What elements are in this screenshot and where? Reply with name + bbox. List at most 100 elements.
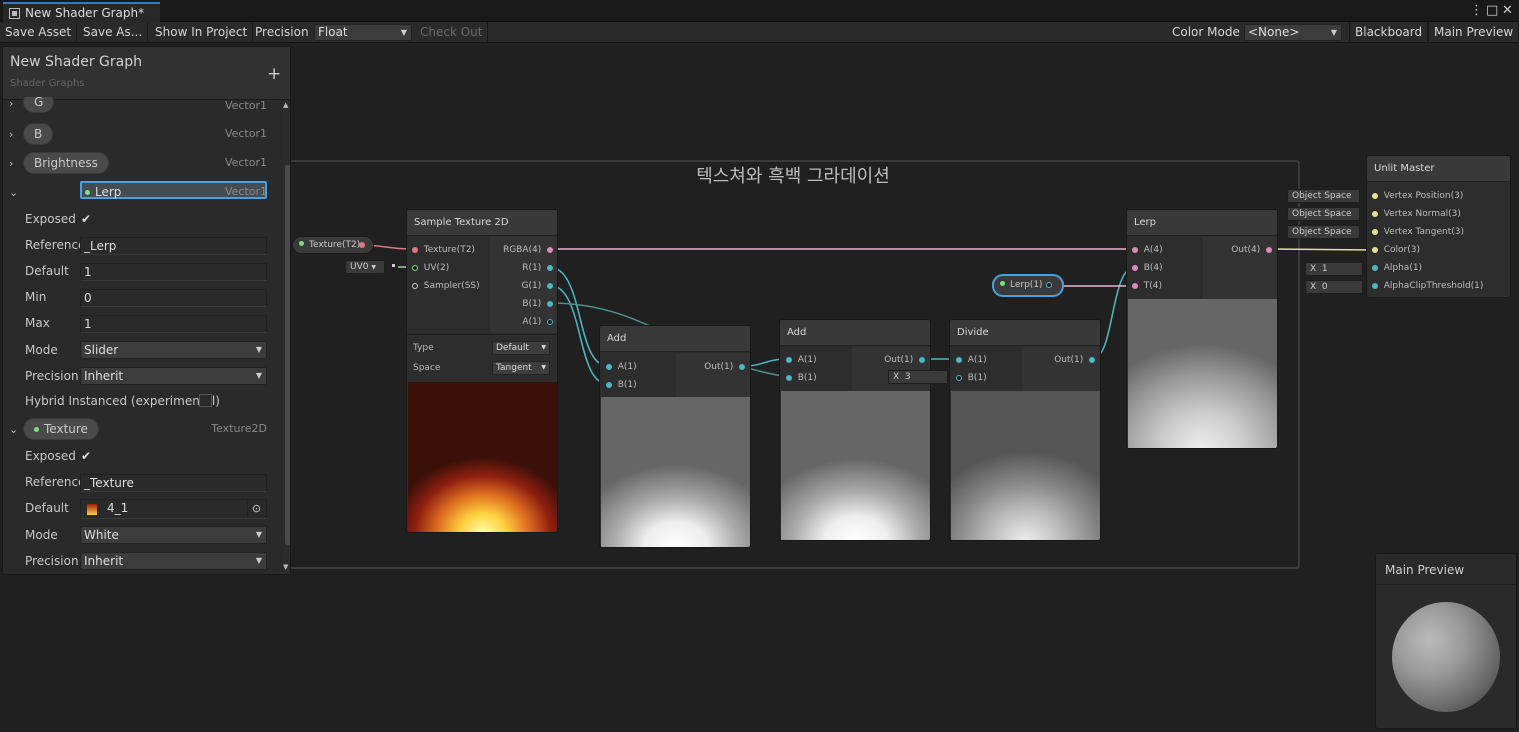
add-node-1[interactable]: Add A(1) B(1) Out(1): [599, 325, 751, 548]
port-label: A(4): [1143, 245, 1163, 255]
property-row-texture[interactable]: ⌄ Texture Texture2D: [3, 418, 283, 444]
port-label: A(1): [617, 362, 637, 372]
input-port-b[interactable]: B(1): [956, 373, 987, 383]
object-picker-icon[interactable]: ⊙: [247, 500, 265, 518]
output-port-b[interactable]: B(1): [522, 299, 553, 309]
scroll-up-icon[interactable]: ▲: [283, 101, 288, 109]
property-dot-icon: [85, 190, 90, 195]
alpha-value-field[interactable]: X 1: [1305, 262, 1363, 276]
unlit-master-node[interactable]: Unlit Master Vertex Position(3) Vertex N…: [1366, 155, 1511, 298]
output-port-out[interactable]: Out(1): [884, 355, 925, 365]
space-dropdown[interactable]: Tangent ▼: [492, 361, 550, 375]
precision-dropdown[interactable]: Inherit ▼: [80, 552, 267, 570]
output-port-out[interactable]: Out(1): [704, 362, 745, 372]
output-port-out[interactable]: Out(4): [1231, 245, 1272, 255]
alpha-clip-value-field[interactable]: X 0: [1305, 280, 1363, 294]
output-port-a[interactable]: A(1): [522, 317, 553, 327]
input-port-a[interactable]: A(1): [956, 355, 987, 365]
port-label: T(4): [1143, 281, 1162, 291]
port-icon: [1372, 229, 1378, 235]
add2-b-value-field[interactable]: X 3: [888, 370, 948, 384]
exposed-checkbox[interactable]: ✔: [81, 449, 91, 463]
add-property-button[interactable]: +: [267, 64, 281, 84]
blackboard-panel: New Shader Graph Shader Graphs + › G Vec…: [2, 46, 291, 575]
mode-value: Slider: [84, 343, 119, 357]
output-port-g[interactable]: G(1): [522, 281, 553, 291]
input-port-vertex-position[interactable]: Vertex Position(3): [1372, 191, 1463, 201]
input-port-a[interactable]: A(1): [786, 355, 817, 365]
port-icon: [412, 283, 418, 289]
output-port-rgba[interactable]: RGBA(4): [503, 245, 553, 255]
type-dropdown[interactable]: Default ▼: [492, 341, 550, 355]
output-port-icon[interactable]: [359, 242, 365, 248]
input-port-b[interactable]: B(1): [786, 373, 817, 383]
output-port-icon[interactable]: [1046, 282, 1052, 288]
chevron-down-icon[interactable]: ⌄: [9, 186, 18, 199]
texture-object-field[interactable]: 4_1 ⊙: [80, 499, 267, 519]
input-port-alpha[interactable]: Alpha(1): [1372, 263, 1422, 273]
lerp-property-node[interactable]: Lerp(1): [992, 274, 1064, 297]
output-region: [852, 347, 930, 391]
input-port-t[interactable]: T(4): [1132, 281, 1162, 291]
property-pill[interactable]: B: [23, 123, 54, 145]
port-label: B(4): [1143, 263, 1163, 273]
input-port-alpha-clip[interactable]: AlphaClipThreshold(1): [1372, 281, 1483, 291]
property-row-brightness[interactable]: › Brightness Vector1: [3, 152, 283, 178]
uv-channel-chip[interactable]: UV0 ▼: [345, 260, 385, 274]
min-field[interactable]: 0: [80, 289, 267, 307]
input-port-color[interactable]: Color(3): [1372, 245, 1420, 255]
scrollbar-thumb[interactable]: [285, 165, 290, 545]
input-port-b[interactable]: B(1): [606, 380, 637, 390]
grayscale-preview: [601, 397, 750, 547]
precision-dropdown[interactable]: Inherit ▼: [80, 367, 267, 385]
exposed-label: Exposed: [25, 449, 76, 463]
main-preview-panel[interactable]: Main Preview: [1375, 553, 1517, 729]
output-port-r[interactable]: R(1): [522, 263, 553, 273]
space-value: Tangent: [496, 363, 532, 373]
add-node-2[interactable]: Add A(1) B(1) Out(1): [779, 319, 931, 541]
chevron-right-icon[interactable]: ›: [9, 97, 13, 110]
input-port-b[interactable]: B(4): [1132, 263, 1163, 273]
max-field[interactable]: 1: [80, 315, 267, 333]
port-label: A(1): [797, 355, 817, 365]
precision-value: Inherit: [84, 369, 124, 383]
reference-field[interactable]: _Lerp: [80, 237, 267, 255]
chevron-right-icon[interactable]: ›: [9, 128, 13, 141]
input-port-uv[interactable]: UV(2): [412, 263, 449, 273]
lerp-node[interactable]: Lerp A(4) B(4) T(4) Out(4): [1126, 209, 1278, 449]
input-port-vertex-normal[interactable]: Vertex Normal(3): [1372, 209, 1461, 219]
edge-lerp-to-color[interactable]: [1269, 248, 1376, 251]
chevron-down-icon[interactable]: ⌄: [9, 423, 18, 436]
sample-texture-2d-node[interactable]: Sample Texture 2D Texture(T2) UV(2) Samp…: [406, 209, 558, 533]
default-field[interactable]: 1: [80, 263, 267, 281]
input-port-a[interactable]: A(1): [606, 362, 637, 372]
scroll-down-icon[interactable]: ▼: [283, 563, 288, 571]
vertex-normal-space-chip[interactable]: Object Space: [1287, 207, 1360, 221]
property-pill[interactable]: G: [23, 97, 55, 113]
hybrid-instanced-checkbox[interactable]: [199, 394, 212, 407]
chevron-right-icon[interactable]: ›: [9, 157, 13, 170]
mode-dropdown[interactable]: Slider ▼: [80, 341, 267, 359]
vertex-tangent-space-chip[interactable]: Object Space: [1287, 225, 1360, 239]
input-port-sampler[interactable]: Sampler(SS): [412, 281, 480, 291]
input-port-a[interactable]: A(4): [1132, 245, 1163, 255]
texture-property-node[interactable]: Texture(T2): [292, 236, 374, 254]
preview-sphere[interactable]: [1392, 602, 1500, 712]
exposed-checkbox[interactable]: ✔: [81, 212, 91, 226]
port-label: Out(4): [1231, 245, 1261, 255]
reference-field[interactable]: _Texture: [80, 474, 267, 492]
input-port-texture[interactable]: Texture(T2): [412, 245, 475, 255]
output-port-out[interactable]: Out(1): [1054, 355, 1095, 365]
property-row-g[interactable]: › G Vector1: [3, 97, 283, 113]
property-row-lerp[interactable]: ⌄ Lerp Vector1: [3, 181, 283, 207]
property-row-b[interactable]: › B Vector1: [3, 123, 283, 149]
mode-dropdown[interactable]: White ▼: [80, 526, 267, 544]
input-port-vertex-tangent[interactable]: Vertex Tangent(3): [1372, 227, 1464, 237]
vertex-position-space-chip[interactable]: Object Space: [1287, 189, 1360, 203]
property-pill[interactable]: Brightness: [23, 152, 109, 174]
port-icon: [739, 364, 745, 370]
property-pill[interactable]: Texture: [23, 418, 99, 440]
connector-dot-icon: [392, 264, 395, 267]
divide-node[interactable]: Divide A(1) B(1) Out(1): [949, 319, 1101, 541]
port-icon: [1132, 283, 1138, 289]
